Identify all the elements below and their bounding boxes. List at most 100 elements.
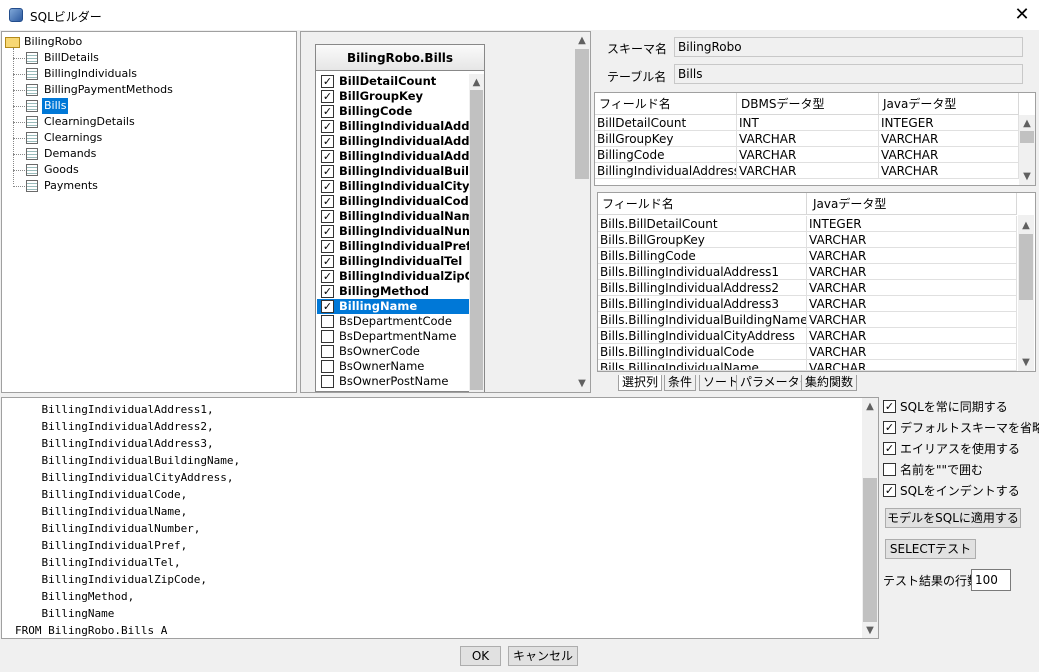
field-row[interactable]: BsDepartmentName <box>317 329 469 344</box>
field-row[interactable]: BsOwnerName <box>317 359 469 374</box>
field-row[interactable]: ✓ BillingIndividualNumber <box>317 224 469 239</box>
scroll-up-icon[interactable]: ▲ <box>1018 219 1034 233</box>
field-row[interactable]: ✓ BillGroupKey <box>317 89 469 104</box>
scroll-up-icon[interactable]: ▲ <box>862 400 878 414</box>
table-tree[interactable]: BilingRobo BillDetails BillingIndividual… <box>1 31 297 393</box>
cancel-button[interactable]: キャンセル <box>508 646 578 666</box>
field-checkbox[interactable] <box>321 360 334 373</box>
field-checkbox[interactable]: ✓ <box>321 120 334 133</box>
grid-cell[interactable]: INTEGER <box>807 216 1017 232</box>
field-row[interactable]: ✓ BillingIndividualCode <box>317 194 469 209</box>
grid-cell[interactable]: BillingCode <box>595 147 737 163</box>
tab-aggregate[interactable]: 集約関数 <box>801 375 858 391</box>
grid-cell[interactable]: VARCHAR <box>807 360 1017 371</box>
field-checkbox[interactable] <box>321 315 334 328</box>
diagram-scroll-thumb[interactable] <box>575 49 589 179</box>
grid-cell[interactable]: Bills.BillingIndividualBuildingName <box>598 312 807 328</box>
scroll-up-icon[interactable]: ▲ <box>1019 117 1035 131</box>
grid-cell[interactable]: BillDetailCount <box>595 115 737 131</box>
field-checkbox[interactable]: ✓ <box>321 270 334 283</box>
select-grid-scroll-thumb[interactable] <box>1019 234 1033 300</box>
grid-cell[interactable]: VARCHAR <box>807 264 1017 280</box>
scroll-up-icon[interactable]: ▲ <box>469 76 484 90</box>
tree-item-goods[interactable]: Goods <box>2 162 292 178</box>
grid-cell[interactable]: VARCHAR <box>879 147 1019 163</box>
field-checkbox[interactable]: ✓ <box>321 285 334 298</box>
grid-cell[interactable]: Bills.BillDetailCount <box>598 216 807 232</box>
grid-cell[interactable]: VARCHAR <box>807 312 1017 328</box>
option-checkbox-row[interactable]: 名前を""で囲む <box>883 461 1033 479</box>
grid-cell[interactable]: Bills.BillingIndividualName <box>598 360 807 371</box>
select-test-button[interactable]: SELECTテスト <box>885 539 976 559</box>
grid-cell[interactable]: VARCHAR <box>807 248 1017 264</box>
grid-cell[interactable]: VARCHAR <box>807 344 1017 360</box>
scroll-down-icon[interactable]: ▼ <box>1018 356 1034 370</box>
apply-model-button[interactable]: モデルをSQLに適用する <box>885 508 1021 528</box>
option-checkbox-row[interactable]: ✓ SQLをインデントする <box>883 482 1033 500</box>
ok-button[interactable]: OK <box>460 646 501 666</box>
tree-item-payments[interactable]: Payments <box>2 178 292 194</box>
grid-cell[interactable]: VARCHAR <box>737 147 879 163</box>
grid-cell[interactable]: Bills.BillingIndividualCityAddress <box>598 328 807 344</box>
grid-header-cell[interactable]: フィールド名 <box>595 93 737 115</box>
field-list-scroll-thumb[interactable] <box>470 90 483 390</box>
field-checkbox[interactable]: ✓ <box>321 300 334 313</box>
tree-item-demands[interactable]: Demands <box>2 146 292 162</box>
tree-item-bills[interactable]: Bills <box>2 98 292 114</box>
option-checkbox-row[interactable]: ✓ SQLを常に同期する <box>883 398 1033 416</box>
tree-item-clearnings[interactable]: Clearnings <box>2 130 292 146</box>
field-row[interactable]: ✓ BillingMethod <box>317 284 469 299</box>
field-checkbox[interactable] <box>321 330 334 343</box>
scroll-down-icon[interactable]: ▼ <box>862 624 878 638</box>
grid-header-cell[interactable]: Javaデータ型 <box>879 93 1019 115</box>
grid-cell[interactable]: VARCHAR <box>807 232 1017 248</box>
grid-cell[interactable]: VARCHAR <box>879 131 1019 147</box>
field-row[interactable]: ✓ BillingCode <box>317 104 469 119</box>
fields-grid-scroll-thumb[interactable] <box>1020 131 1034 143</box>
grid-cell[interactable]: VARCHAR <box>879 163 1019 179</box>
field-checkbox[interactable]: ✓ <box>321 180 334 193</box>
grid-cell[interactable]: VARCHAR <box>737 163 879 179</box>
tree-item-billdetails[interactable]: BillDetails <box>2 50 292 66</box>
tree-item-billingpaymentmethods[interactable]: BillingPaymentMethods <box>2 82 292 98</box>
grid-header-cell[interactable]: フィールド名 <box>598 193 807 215</box>
field-row[interactable]: ✓ BillingIndividualBuildingName <box>317 164 469 179</box>
scroll-down-icon[interactable]: ▼ <box>1019 170 1035 184</box>
option-checkbox[interactable]: ✓ <box>883 484 896 497</box>
field-checkbox[interactable]: ✓ <box>321 240 334 253</box>
option-checkbox[interactable] <box>883 463 896 476</box>
grid-cell[interactable]: Bills.BillingCode <box>598 248 807 264</box>
field-row[interactable]: ✓ BillingIndividualPref <box>317 239 469 254</box>
grid-header-cell[interactable]: Javaデータ型 <box>807 193 1017 215</box>
option-checkbox-row[interactable]: ✓ デフォルトスキーマを省略する <box>883 419 1039 437</box>
grid-cell[interactable]: Bills.BillingIndividualAddress2 <box>598 280 807 296</box>
field-checkbox[interactable]: ✓ <box>321 165 334 178</box>
tab-select-columns[interactable]: 選択列 <box>618 375 663 391</box>
field-row[interactable]: ✓ BillDetailCount <box>317 74 469 89</box>
field-checkbox[interactable] <box>321 375 334 388</box>
field-checkbox[interactable]: ✓ <box>321 105 334 118</box>
field-row[interactable]: ✓ BillingIndividualCityAddress <box>317 179 469 194</box>
grid-header-cell[interactable]: DBMSデータ型 <box>737 93 879 115</box>
option-checkbox[interactable]: ✓ <box>883 421 896 434</box>
field-row[interactable]: ✓ BillingIndividualAddress3 <box>317 149 469 164</box>
tree-root[interactable]: BilingRobo <box>2 34 292 50</box>
field-row[interactable]: ✓ BillingName <box>317 299 469 314</box>
field-row[interactable]: ✓ BillingIndividualZipCode <box>317 269 469 284</box>
field-checkbox[interactable]: ✓ <box>321 255 334 268</box>
option-checkbox-row[interactable]: ✓ エイリアスを使用する <box>883 440 1033 458</box>
grid-cell[interactable]: VARCHAR <box>807 280 1017 296</box>
field-checkbox[interactable] <box>321 345 334 358</box>
tab-conditions[interactable]: 条件 <box>664 375 697 391</box>
grid-cell[interactable]: VARCHAR <box>737 131 879 147</box>
grid-cell[interactable]: VARCHAR <box>807 328 1017 344</box>
tree-item-clearningdetails[interactable]: ClearningDetails <box>2 114 292 130</box>
grid-cell[interactable]: Bills.BillGroupKey <box>598 232 807 248</box>
grid-cell[interactable]: VARCHAR <box>807 296 1017 312</box>
field-row[interactable]: BsDepartmentCode <box>317 314 469 329</box>
option-checkbox[interactable]: ✓ <box>883 442 896 455</box>
scroll-up-icon[interactable]: ▲ <box>574 34 590 48</box>
field-row[interactable]: ✓ BillingIndividualAddress2 <box>317 134 469 149</box>
field-row[interactable]: ✓ BillingIndividualAddress1 <box>317 119 469 134</box>
field-checkbox[interactable]: ✓ <box>321 225 334 238</box>
